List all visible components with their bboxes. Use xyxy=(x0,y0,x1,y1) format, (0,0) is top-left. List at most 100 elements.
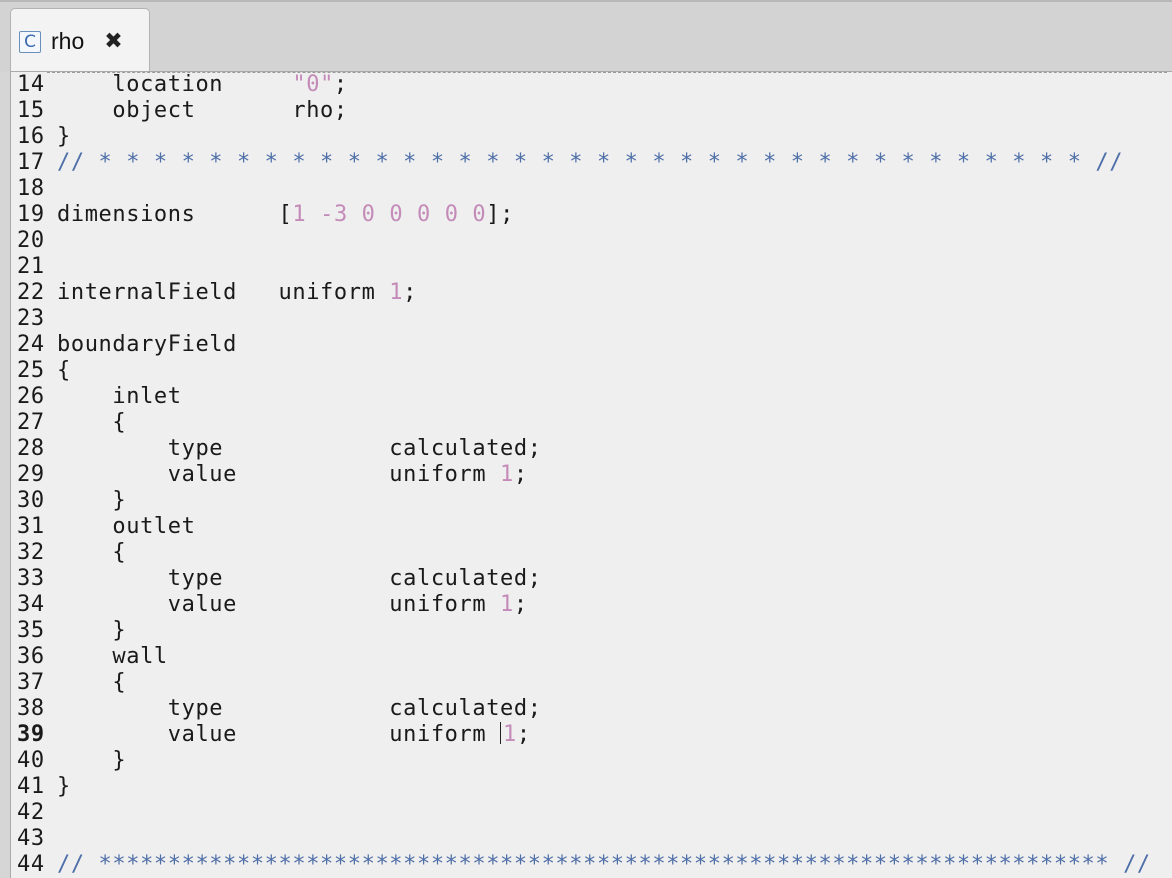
line-code: } xyxy=(57,488,126,514)
code-token: wall xyxy=(57,644,168,669)
code-token: type calculated; xyxy=(57,436,542,461)
code-line[interactable]: 39 value uniform 1; xyxy=(11,722,1171,748)
text-cursor xyxy=(500,722,502,744)
code-line[interactable]: 23 xyxy=(11,306,1171,332)
code-line[interactable]: 34 value uniform 1; xyxy=(11,592,1171,618)
line-code: location "0"; xyxy=(57,72,348,98)
code-line[interactable]: 25 { xyxy=(11,358,1171,384)
line-number: 30 xyxy=(17,488,45,513)
editor-window: C rho ✖ 14 location "0"; 15 object rho; 16… xyxy=(0,0,1172,878)
code-line[interactable]: 22 internalField uniform 1; xyxy=(11,280,1171,306)
code-line[interactable]: 36 wall xyxy=(11,644,1171,670)
line-number: 44 xyxy=(17,852,45,877)
line-number: 24 xyxy=(17,332,45,357)
code-token: } xyxy=(57,488,127,513)
line-number: 26 xyxy=(17,384,45,409)
line-number: 22 xyxy=(17,280,45,305)
line-code: value uniform 1; xyxy=(57,722,531,748)
line-code: inlet xyxy=(57,384,182,410)
code-token: { xyxy=(57,540,127,565)
line-number: 18 xyxy=(17,176,45,201)
code-line[interactable]: 14 location "0"; xyxy=(11,72,1171,98)
line-code: internalField uniform 1; xyxy=(57,280,417,306)
code-token: ; xyxy=(513,592,528,617)
code-token: { xyxy=(57,670,127,695)
code-token: boundaryField xyxy=(57,332,237,357)
line-code: { xyxy=(57,540,126,566)
line-number: 35 xyxy=(17,618,45,643)
code-token: internalField uniform xyxy=(57,280,390,305)
code-line[interactable]: 44 // ***********************************… xyxy=(11,852,1171,878)
line-number: 36 xyxy=(17,644,45,669)
tab-title: rho xyxy=(51,28,85,54)
line-number: 40 xyxy=(17,748,45,773)
line-number: 38 xyxy=(17,696,45,721)
code-line[interactable]: 20 xyxy=(11,228,1171,254)
code-token: } xyxy=(57,124,71,149)
code-line[interactable]: 41} xyxy=(11,774,1171,800)
literal-token: 1 xyxy=(503,722,517,747)
line-number: 33 xyxy=(17,566,45,591)
line-number: 17 xyxy=(17,150,45,175)
code-token: } xyxy=(57,618,127,643)
code-line[interactable]: 16} xyxy=(11,124,1171,150)
line-number: 20 xyxy=(17,228,45,253)
code-token: type calculated; xyxy=(57,566,542,591)
code-line[interactable]: 40 } xyxy=(11,748,1171,774)
code-line[interactable]: 29 value uniform 1; xyxy=(11,462,1171,488)
line-code: } xyxy=(57,748,126,774)
literal-token: 1 xyxy=(389,280,404,305)
code-line[interactable]: 42 xyxy=(11,800,1171,826)
tab-rho[interactable]: C rho ✖ xyxy=(10,8,150,74)
line-code: wall xyxy=(57,644,168,670)
code-token: ; xyxy=(516,722,531,747)
code-line[interactable]: 30 } xyxy=(11,488,1171,514)
code-line[interactable]: 37 { xyxy=(11,670,1171,696)
line-number: 19 xyxy=(17,202,45,227)
line-code: { xyxy=(57,410,126,436)
code-line[interactable]: 38 type calculated; xyxy=(11,696,1171,722)
literal-token: "0" xyxy=(292,72,334,97)
line-code: value uniform 1; xyxy=(57,462,528,488)
code-line[interactable]: 18 xyxy=(11,176,1171,202)
tab-bar: C rho ✖ xyxy=(0,0,1172,74)
line-code: // *************************************… xyxy=(57,852,1151,878)
line-number: 28 xyxy=(17,436,45,461)
code-line[interactable]: 21 xyxy=(11,254,1171,280)
code-line[interactable]: 32 { xyxy=(11,540,1171,566)
line-number: 31 xyxy=(17,514,45,539)
code-token: location xyxy=(57,72,293,97)
code-token: ; xyxy=(403,280,418,305)
code-line[interactable]: 43 xyxy=(11,826,1171,852)
code-line[interactable]: 35 } xyxy=(11,618,1171,644)
code-line[interactable]: 26 inlet xyxy=(11,384,1171,410)
code-line[interactable]: 17 // * * * * * * * * * * * * * * * * * *… xyxy=(11,150,1171,176)
code-line[interactable]: 28 type calculated; xyxy=(11,436,1171,462)
line-number: 14 xyxy=(17,72,45,97)
code-token: value uniform xyxy=(57,462,501,487)
line-code: type calculated; xyxy=(57,566,542,592)
line-number: 42 xyxy=(17,800,45,825)
code-line[interactable]: 27 { xyxy=(11,410,1171,436)
line-code: type calculated; xyxy=(57,696,542,722)
line-number: 21 xyxy=(17,254,45,279)
line-number: 25 xyxy=(17,358,45,383)
code-editor[interactable]: 14 location "0"; 15 object rho; 16} 17// * … xyxy=(10,71,1172,878)
line-code: { xyxy=(57,670,126,696)
code-token: value uniform xyxy=(57,592,501,617)
code-line[interactable]: 19 dimensions [1 -3 0 0 0 0 0]; xyxy=(11,202,1171,228)
line-number: 23 xyxy=(17,306,45,331)
line-number: 15 xyxy=(17,98,45,123)
comment-token: // *************************************… xyxy=(57,852,1151,877)
close-icon[interactable]: ✖ xyxy=(104,29,122,54)
code-line[interactable]: 24 boundaryField xyxy=(11,332,1171,358)
line-number: 29 xyxy=(17,462,45,487)
code-line[interactable]: 33 type calculated; xyxy=(11,566,1171,592)
comment-token: // * * * * * * * * * * * * * * * * * * *… xyxy=(57,150,1124,175)
code-line[interactable]: 31 outlet xyxy=(11,514,1171,540)
line-code: } xyxy=(57,618,126,644)
code-token: object rho; xyxy=(57,98,348,123)
code-token: { xyxy=(57,410,127,435)
code-line[interactable]: 15 object rho; xyxy=(11,98,1171,124)
